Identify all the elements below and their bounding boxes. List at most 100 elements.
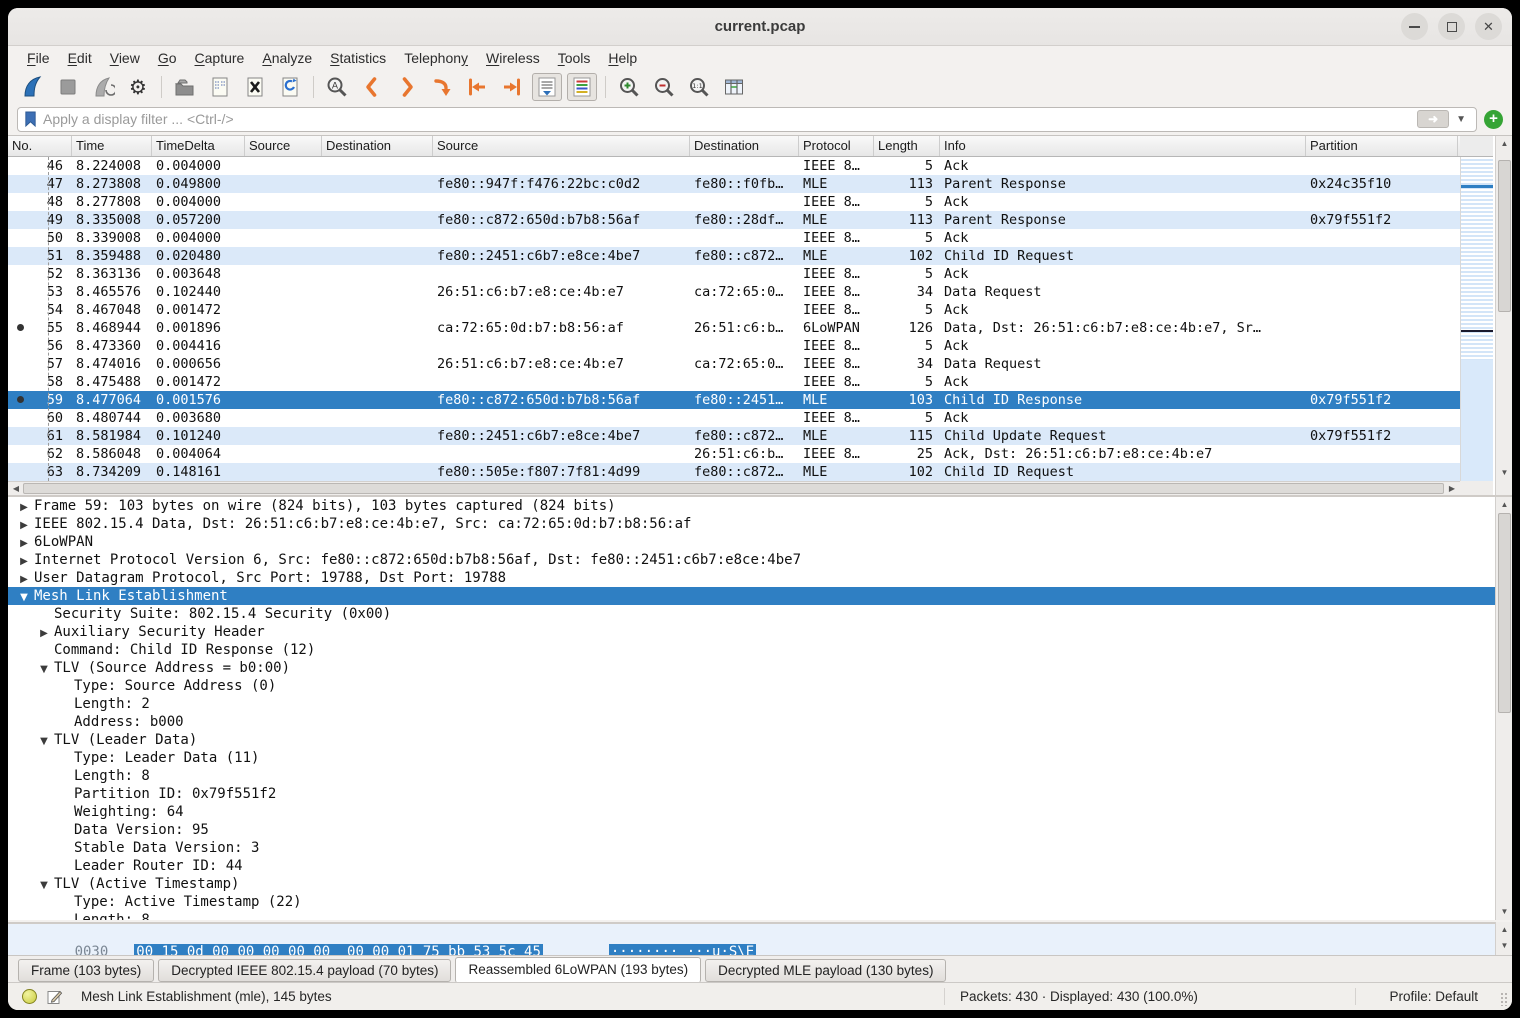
go-forward-icon[interactable] [392, 73, 422, 101]
scroll-up-icon[interactable]: ▲ [1497, 137, 1512, 151]
detail-row[interactable]: ▼TLV (Active Timestamp) [8, 875, 1512, 893]
detail-row[interactable]: Type: Leader Data (11) [8, 749, 1512, 767]
detail-row[interactable]: Security Suite: 802.15.4 Security (0x00) [8, 605, 1512, 623]
scroll-left-icon[interactable]: ◀ [9, 482, 23, 495]
detail-row[interactable]: Length: 8 [8, 911, 1512, 920]
packet-row-53[interactable]: 538.4655760.10244026:51:c6:b7:e8:ce:4b:e… [8, 283, 1460, 301]
go-last-packet-icon[interactable] [497, 73, 527, 101]
menu-file[interactable]: File [18, 49, 59, 67]
detail-row[interactable]: Address: b000 [8, 713, 1512, 731]
packet-list-minimap[interactable] [1460, 157, 1493, 481]
packet-row-52[interactable]: 528.3631360.003648IEEE 8…5Ack [8, 265, 1460, 283]
scroll-up-icon[interactable]: ▲ [1497, 498, 1512, 512]
detail-row[interactable]: ▼TLV (Source Address = b0:00) [8, 659, 1512, 677]
menu-view[interactable]: View [101, 49, 149, 67]
hex-row[interactable]: 003000 15 0d 00 00 00 00 00 00 00 01 75 … [8, 927, 1512, 944]
scroll-up-icon[interactable]: ▲ [1497, 923, 1512, 937]
column-header-length-8[interactable]: Length [874, 136, 940, 156]
go-to-packet-icon[interactable] [427, 73, 457, 101]
packet-row-49[interactable]: 498.3350080.057200fe80::c872:650d:b7b8:5… [8, 211, 1460, 229]
detail-row[interactable]: ▶Auxiliary Security Header [8, 623, 1512, 641]
bookmark-icon[interactable] [23, 110, 38, 128]
menu-capture[interactable]: Capture [186, 49, 254, 67]
tab-frame-103-bytes[interactable]: Frame (103 bytes) [18, 959, 154, 982]
maximize-button[interactable] [1438, 13, 1465, 40]
resize-grip[interactable] [1500, 992, 1508, 1006]
detail-row[interactable]: Data Version: 95 [8, 821, 1512, 839]
capture-comment-icon[interactable] [47, 989, 63, 1005]
packet-row-48[interactable]: 488.2778080.004000IEEE 8…5Ack [8, 193, 1460, 211]
packet-row-47[interactable]: 478.2738080.049800fe80::947f:f476:22bc:c… [8, 175, 1460, 193]
detail-row[interactable]: ▶Frame 59: 103 bytes on wire (824 bits),… [8, 497, 1512, 515]
packet-row-59[interactable]: 598.4770640.001576fe80::c872:650d:b7b8:5… [8, 391, 1460, 409]
zoom-original-icon[interactable]: 1:1 [684, 73, 714, 101]
reload-file-icon[interactable] [275, 73, 305, 101]
detail-row[interactable]: Partition ID: 0x79f551f2 [8, 785, 1512, 803]
tab-decrypted-ieee-802-15-4-payload-70-bytes[interactable]: Decrypted IEEE 802.15.4 payload (70 byte… [158, 959, 451, 982]
packet-row-61[interactable]: 618.5819840.101240fe80::2451:c6b7:e8ce:4… [8, 427, 1460, 445]
go-first-packet-icon[interactable] [462, 73, 492, 101]
collapse-icon[interactable]: ▼ [34, 877, 54, 895]
bytes-scrollbar[interactable]: ▲ ▼ [1495, 922, 1512, 955]
detail-row[interactable]: ▼TLV (Leader Data) [8, 731, 1512, 749]
detail-row[interactable]: ▶IEEE 802.15.4 Data, Dst: 26:51:c6:b7:e8… [8, 515, 1512, 533]
auto-scroll-icon[interactable] [532, 73, 562, 101]
packet-row-56[interactable]: 568.4733600.004416IEEE 8…5Ack [8, 337, 1460, 355]
column-header-info-9[interactable]: Info [940, 136, 1306, 156]
display-filter-input[interactable]: Apply a display filter ... <Ctrl-/> ➜ ▼ [17, 107, 1477, 132]
resize-columns-icon[interactable] [719, 73, 749, 101]
detail-row[interactable]: Type: Source Address (0) [8, 677, 1512, 695]
packet-row-60[interactable]: 608.4807440.003680IEEE 8…5Ack [8, 409, 1460, 427]
packet-row-54[interactable]: 548.4670480.001472IEEE 8…5Ack [8, 301, 1460, 319]
restart-capture-icon[interactable] [88, 73, 118, 101]
column-header-no-0[interactable]: No. [8, 136, 72, 156]
horizontal-scroll-thumb[interactable] [23, 483, 1444, 494]
detail-row[interactable]: Leader Router ID: 44 [8, 857, 1512, 875]
packet-list-scrollbar[interactable]: ▲ ▼ [1495, 136, 1512, 495]
scroll-down-icon[interactable]: ▼ [1497, 905, 1512, 919]
details-scrollbar[interactable]: ▲ ▼ [1495, 497, 1512, 920]
menu-tools[interactable]: Tools [549, 49, 600, 67]
column-header-source-5[interactable]: Source [433, 136, 690, 156]
packet-row-63[interactable]: 638.7342090.148161fe80::505e:f807:7f81:4… [8, 463, 1460, 481]
detail-row[interactable]: ▶Internet Protocol Version 6, Src: fe80:… [8, 551, 1512, 569]
detail-row[interactable]: ▼Mesh Link Establishment [8, 587, 1512, 605]
detail-row[interactable]: ▶User Datagram Protocol, Src Port: 19788… [8, 569, 1512, 587]
status-profile[interactable]: Profile: Default [1389, 989, 1478, 1004]
scroll-right-icon[interactable]: ▶ [1445, 482, 1459, 495]
close-file-icon[interactable] [240, 73, 270, 101]
collapse-icon[interactable]: ▼ [34, 661, 54, 679]
start-capture-icon[interactable] [18, 73, 48, 101]
packet-row-51[interactable]: 518.3594880.020480fe80::2451:c6b7:e8ce:4… [8, 247, 1460, 265]
detail-row[interactable]: ▶6LoWPAN [8, 533, 1512, 551]
column-header-timedelta-2[interactable]: TimeDelta [152, 136, 245, 156]
close-button[interactable]: ✕ [1475, 13, 1502, 40]
open-file-icon[interactable] [170, 73, 200, 101]
find-packet-icon[interactable]: A [322, 73, 352, 101]
detail-row[interactable]: Length: 2 [8, 695, 1512, 713]
packet-row-50[interactable]: 508.3390080.004000IEEE 8…5Ack [8, 229, 1460, 247]
packet-row-46[interactable]: 468.2240080.004000IEEE 8…5Ack [8, 157, 1460, 175]
column-header-time-1[interactable]: Time [72, 136, 152, 156]
column-header-source-3[interactable]: Source [245, 136, 322, 156]
column-header-destination-6[interactable]: Destination [690, 136, 799, 156]
menu-edit[interactable]: Edit [59, 49, 101, 67]
menu-statistics[interactable]: Statistics [321, 49, 395, 67]
minimize-button[interactable] [1401, 13, 1428, 40]
zoom-in-icon[interactable] [614, 73, 644, 101]
stop-capture-icon[interactable] [53, 73, 83, 101]
colorize-packets-icon[interactable] [567, 73, 597, 101]
menu-wireless[interactable]: Wireless [477, 49, 549, 67]
column-header-destination-4[interactable]: Destination [322, 136, 433, 156]
packet-row-55[interactable]: 558.4689440.001896ca:72:65:0d:b7:b8:56:a… [8, 319, 1460, 337]
packet-row-62[interactable]: 628.5860480.00406426:51:c6:b…IEEE 8…25Ac… [8, 445, 1460, 463]
expert-info-icon[interactable] [22, 989, 37, 1004]
menu-help[interactable]: Help [599, 49, 646, 67]
column-header-partition-10[interactable]: Partition [1306, 136, 1458, 156]
filter-dropdown-icon[interactable]: ▼ [1456, 114, 1466, 125]
collapse-icon[interactable]: ▼ [14, 589, 34, 607]
go-back-icon[interactable] [357, 73, 387, 101]
menu-go[interactable]: Go [149, 49, 186, 67]
scroll-down-icon[interactable]: ▼ [1497, 939, 1512, 953]
detail-row[interactable]: Command: Child ID Response (12) [8, 641, 1512, 659]
